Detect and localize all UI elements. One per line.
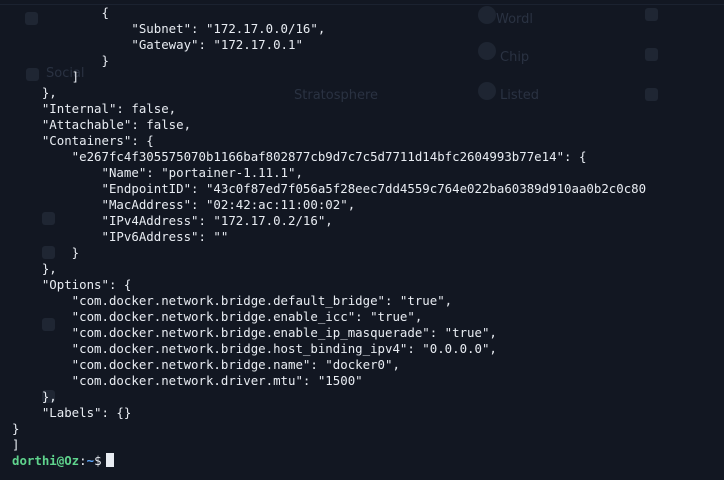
prompt-path: ~ (86, 453, 95, 468)
output-line: "MacAddress": "02:42:ac:11:00:02", (12, 197, 356, 212)
output-line: "Subnet": "172.17.0.0/16", (12, 21, 326, 36)
output-line: { (12, 5, 109, 20)
output-line: "EndpointID": "43c0f87ed7f056a5f28eec7dd… (12, 181, 647, 196)
output-line: "Options": { (12, 277, 132, 292)
output-line: "com.docker.network.bridge.enable_ip_mas… (12, 325, 497, 340)
text-cursor[interactable] (105, 453, 114, 467)
output-line: } (12, 245, 80, 260)
terminal-window[interactable]: Social Wordl Chip Stratosphere Listed { … (0, 0, 724, 480)
output-line: "Containers": { (12, 133, 154, 148)
output-line: }, (12, 389, 57, 404)
output-line: "e267fc4f305575070b1166baf802877cb9d7c7c… (12, 149, 587, 164)
prompt-symbol: $ (94, 453, 102, 468)
output-line: "com.docker.network.driver.mtu": "1500" (12, 373, 363, 388)
output-line: } (12, 421, 20, 436)
output-line: }, (12, 261, 57, 276)
output-line: "Name": "portainer-1.11.1", (12, 165, 303, 180)
terminal-output[interactable]: { "Subnet": "172.17.0.0/16", "Gateway": … (12, 5, 724, 469)
output-line: ] (12, 69, 80, 84)
output-line: "com.docker.network.bridge.default_bridg… (12, 293, 453, 308)
output-line: "com.docker.network.bridge.host_binding_… (12, 341, 497, 356)
output-line: "Labels": {} (12, 405, 132, 420)
output-line: "Attachable": false, (12, 117, 192, 132)
prompt-user-host: dorthi@Oz (12, 453, 80, 468)
output-line: "Gateway": "172.17.0.1" (12, 37, 303, 52)
output-line: "IPv4Address": "172.17.0.2/16", (12, 213, 333, 228)
command-prompt[interactable]: dorthi@Oz:~$ (12, 453, 724, 469)
output-line: "Internal": false, (12, 101, 177, 116)
prompt-separator: : (79, 453, 87, 468)
output-line: "com.docker.network.bridge.name": "docke… (12, 357, 400, 372)
output-line: ] (12, 437, 20, 452)
output-line: "IPv6Address": "" (12, 229, 229, 244)
output-line: } (12, 53, 109, 68)
output-line: "com.docker.network.bridge.enable_icc": … (12, 309, 423, 324)
output-line: }, (12, 85, 57, 100)
